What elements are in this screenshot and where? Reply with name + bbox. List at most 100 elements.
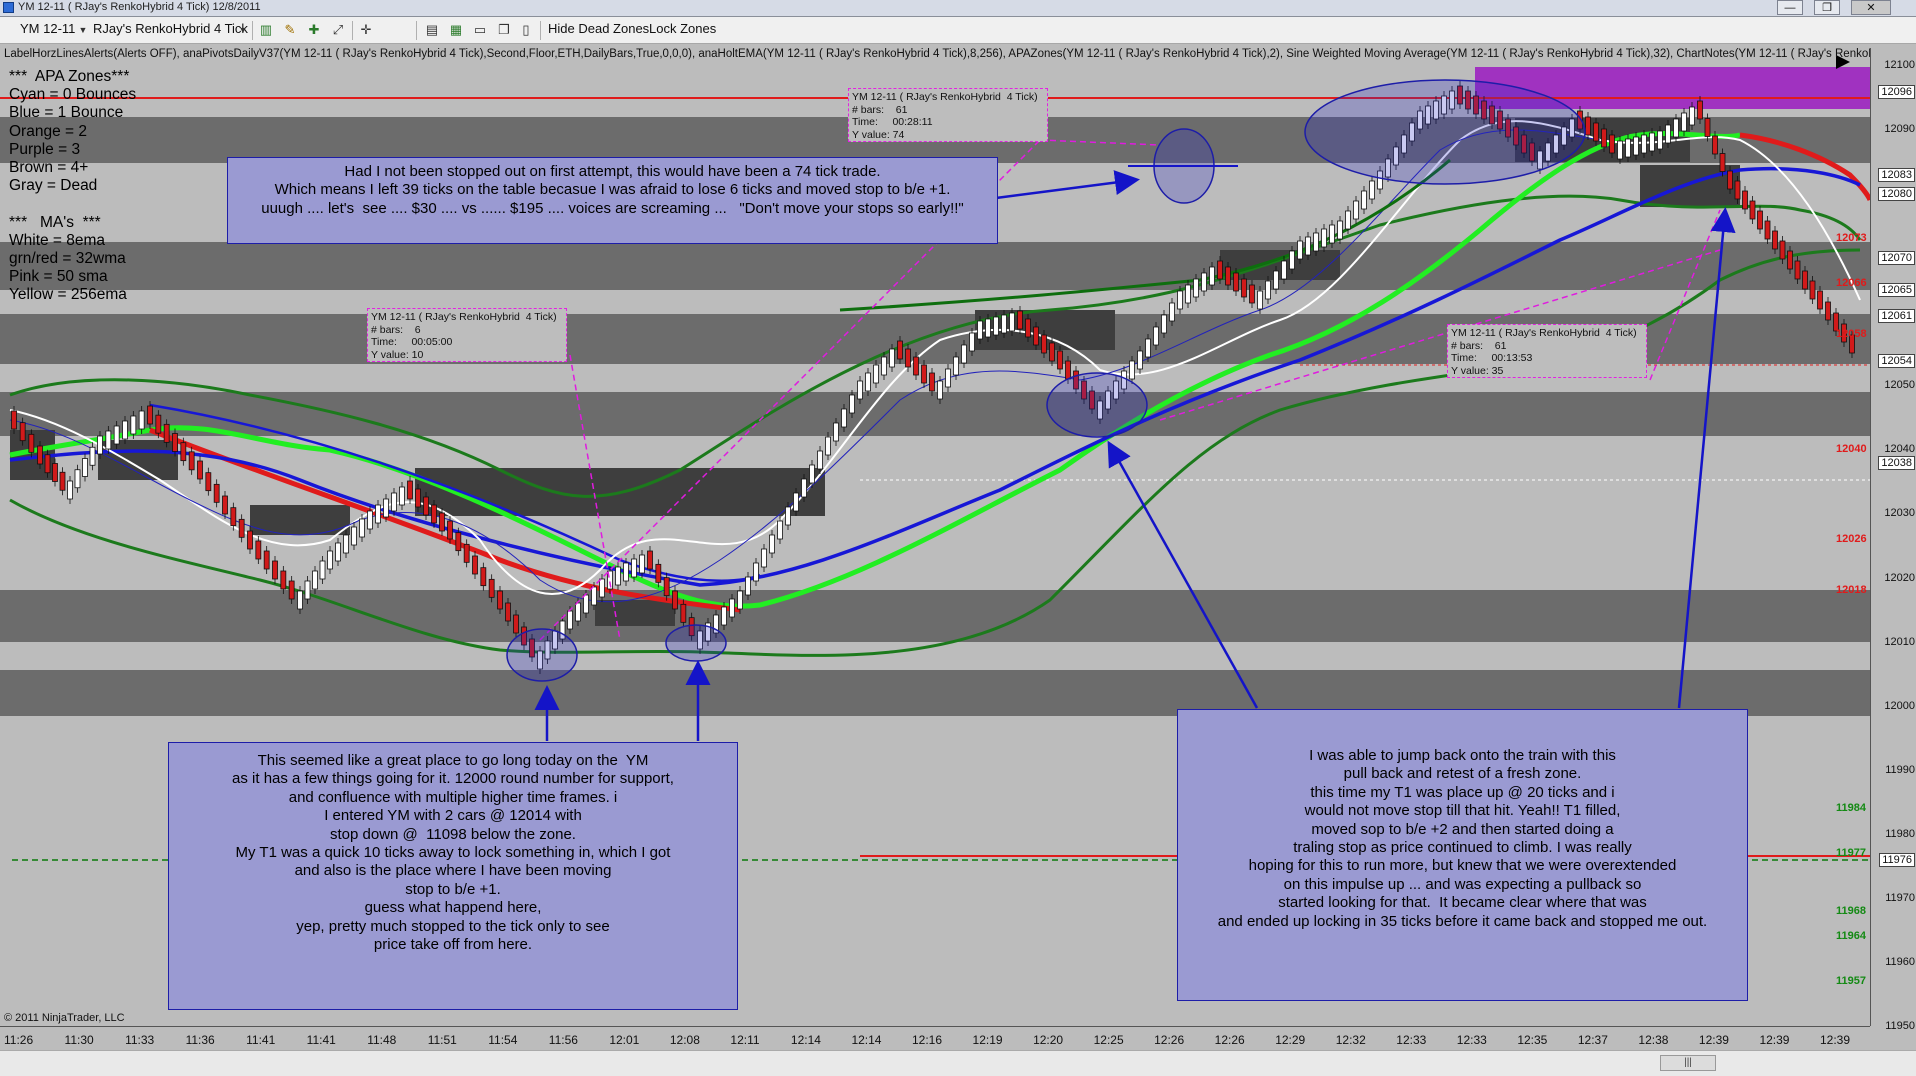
up-bar <box>1337 220 1343 240</box>
horizontal-scrollbar[interactable]: ||| <box>0 1050 1916 1076</box>
measure-box[interactable]: YM 12-11 ( RJay's RenkoHybrid 4 Tick) # … <box>367 308 567 362</box>
up-bar <box>857 380 863 400</box>
up-bar <box>1137 350 1143 370</box>
close-button[interactable]: ✕ <box>1851 0 1891 15</box>
up-bar <box>1153 326 1159 346</box>
note-top[interactable]: Had I not been stopped out on first atte… <box>227 157 998 244</box>
pencil-icon[interactable]: ✎ <box>282 22 298 38</box>
chevron-down-icon[interactable]: ▼ <box>75 22 91 38</box>
time-tick: 12:14 <box>851 1033 882 1047</box>
down-bar <box>505 602 511 622</box>
down-bar <box>44 454 51 474</box>
note-right[interactable]: I was able to jump back onto the train w… <box>1177 709 1748 1001</box>
scroll-thumb[interactable]: ||| <box>1660 1055 1716 1071</box>
up-bar <box>1681 112 1687 132</box>
time-axis[interactable]: 11:26 11:30 11:33 11:36 11:41 11:41 11:48 11:51… <box>0 1026 1870 1049</box>
up-bar <box>1673 118 1679 138</box>
up-bar <box>881 356 887 376</box>
period-selector[interactable]: RJay's RenkoHybrid 4 Tick <box>93 21 248 36</box>
down-bar <box>255 540 262 560</box>
chevron-down-icon[interactable]: ▼ <box>235 22 251 38</box>
price-tick: 12096 <box>1878 84 1915 99</box>
maximize-button[interactable]: ❐ <box>1814 0 1840 15</box>
lock-zones-button[interactable]: Lock Zones <box>649 21 716 36</box>
zone-band <box>0 242 1870 290</box>
down-bar <box>663 577 670 597</box>
up-bar <box>1305 236 1311 256</box>
chart-properties-icon[interactable]: ▦ <box>448 22 464 38</box>
up-bar <box>1209 266 1215 286</box>
up-bar <box>359 518 365 538</box>
down-bar <box>488 578 495 598</box>
up-bar <box>1641 134 1647 154</box>
instrument-selector[interactable]: YM 12-11 <box>20 21 75 36</box>
highlight-ellipse <box>1046 372 1148 438</box>
up-bar <box>737 590 743 610</box>
copy-icon[interactable]: ❐ <box>496 22 512 38</box>
measure-box[interactable]: YM 12-11 ( RJay's RenkoHybrid 4 Tick) # … <box>848 88 1048 142</box>
down-bar <box>1217 260 1223 280</box>
legend-line: Pink = 50 sma <box>9 268 108 286</box>
hide-dead-zones-button[interactable]: Hide Dead Zones <box>548 21 649 36</box>
time-tick: 12:32 <box>1335 1033 1366 1047</box>
down-bar <box>1734 180 1741 200</box>
measure-line-text: Y value: 35 <box>1451 364 1504 377</box>
time-tick: 12:39 <box>1698 1033 1729 1047</box>
note-line: stop down @ 11098 below the zone. <box>330 825 576 843</box>
up-bar <box>335 542 341 562</box>
up-bar <box>849 394 855 414</box>
up-bar <box>745 576 751 596</box>
down-bar <box>897 340 903 360</box>
crosshair-icon[interactable]: ✛ <box>358 22 374 38</box>
price-tick: 12065 <box>1878 283 1915 298</box>
data-box-icon[interactable]: ▤ <box>424 22 440 38</box>
properties-icon[interactable]: ▯ <box>518 22 534 38</box>
zone-band <box>0 590 1870 642</box>
note-line: hoping for this to run more, but knew th… <box>1248 857 1677 875</box>
up-bar <box>575 602 581 622</box>
down-bar <box>1057 350 1063 370</box>
up-bar <box>833 422 839 442</box>
time-tick: 11:41 <box>246 1033 276 1047</box>
strategy-icon[interactable]: ⤢ <box>330 22 346 38</box>
legend-line: Purple = 3 <box>9 140 81 158</box>
down-bar <box>480 567 487 587</box>
up-bar <box>1289 250 1295 270</box>
minimize-button[interactable]: — <box>1777 0 1803 15</box>
level-label: 12026 <box>1836 533 1867 546</box>
time-tick: 12:37 <box>1577 1033 1608 1047</box>
up-bar <box>1297 240 1303 260</box>
down-bar <box>1794 260 1801 280</box>
down-bar <box>1225 266 1231 286</box>
measure-box[interactable]: YM 12-11 ( RJay's RenkoHybrid 4 Tick) # … <box>1447 324 1647 378</box>
price-axis[interactable]: 12100 12096 12090 12083 12080 12070 12065 12061… <box>1870 48 1916 1032</box>
price-tick: 12030 <box>1884 507 1915 520</box>
up-bar <box>1665 124 1671 144</box>
up-bar <box>1369 180 1375 200</box>
price-tick: 11990 <box>1885 763 1915 776</box>
window-title: YM 12-11 ( RJay's RenkoHybrid 4 Tick) 12… <box>18 1 261 13</box>
up-bar <box>623 562 629 582</box>
time-tick: 11:54 <box>488 1033 518 1047</box>
bar-type-icon[interactable]: ▥ <box>258 22 274 38</box>
up-bar <box>97 435 103 455</box>
time-tick: 11:36 <box>185 1033 215 1047</box>
legend-line: grn/red = 32wma <box>9 250 126 268</box>
down-bar <box>680 603 687 623</box>
price-tick: 12038 <box>1878 456 1915 471</box>
legend-line: Blue = 1 Bounce <box>9 104 124 122</box>
note-line: as it has a few things going for it. 120… <box>232 770 674 788</box>
indicator-icon[interactable]: ✚ <box>306 22 322 38</box>
down-bar <box>247 530 253 550</box>
measure-line-text: Time: 00:28:11 <box>852 116 933 128</box>
up-bar <box>1361 190 1367 210</box>
down-bar <box>288 580 295 600</box>
down-bar <box>1697 100 1703 120</box>
note-left[interactable]: This seemed like a great place to go lon… <box>168 742 738 1010</box>
up-bar <box>1657 130 1663 150</box>
up-bar <box>375 504 381 524</box>
legend-line <box>9 195 136 213</box>
snapshot-icon[interactable]: ▭ <box>472 22 488 38</box>
up-bar <box>74 469 81 489</box>
down-bar <box>1609 134 1615 154</box>
